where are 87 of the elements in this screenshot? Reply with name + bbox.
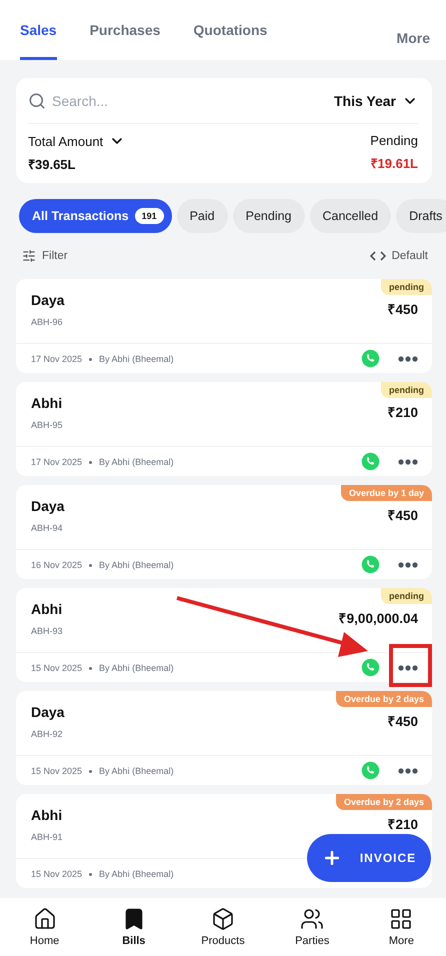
- bill-card[interactable]: Daya ABH-96 pending ₹450 17 Nov 2025 By Abhi (Bheemal): [16, 279, 432, 373]
- count-badge: 191: [134, 208, 164, 224]
- separator-dot: [89, 770, 92, 773]
- nav-item[interactable]: Home: [0, 898, 90, 956]
- bill-card[interactable]: Daya ABH-94 Overdue by 1 day ₹450 16 Nov 2025 By Abhi (Bheemal): [16, 485, 432, 579]
- bill-number: ABH-92: [31, 729, 64, 739]
- created-by: By Abhi (Bheemal): [99, 868, 174, 878]
- party-name: Daya: [31, 292, 64, 308]
- box-icon: [211, 907, 235, 931]
- separator-dot: [89, 564, 92, 567]
- chip-label: Cancelled: [322, 209, 378, 223]
- more-tab[interactable]: More: [396, 0, 430, 60]
- separator-dot: [89, 358, 92, 361]
- pending-label: Pending: [370, 133, 418, 148]
- separator-dot: [89, 872, 92, 876]
- more-options-button[interactable]: [398, 562, 418, 568]
- filter-chip[interactable]: Drafts: [396, 199, 446, 233]
- separator-dot: [89, 460, 92, 464]
- tab[interactable]: Quotations: [193, 0, 268, 60]
- bill-amount: ₹9,00,000.04: [338, 610, 418, 627]
- more-options-button[interactable]: [398, 664, 418, 670]
- created-by: By Abhi (Bheemal): [99, 662, 174, 672]
- status-badge: Overdue by 1 day: [340, 485, 432, 501]
- bill-date: 16 Nov 2025: [31, 560, 82, 570]
- bill-card[interactable]: Abhi ABH-95 pending ₹210 17 Nov 2025 By Abhi (Bheemal): [16, 382, 432, 476]
- more-options-button[interactable]: [398, 458, 418, 464]
- filter-chip[interactable]: Cancelled: [310, 199, 392, 233]
- chip-label: Pending: [246, 209, 292, 223]
- status-badge: Overdue by 2 days: [336, 794, 432, 810]
- filter-chip[interactable]: Paid: [176, 199, 228, 233]
- bill-number: ABH-93: [31, 626, 63, 636]
- status-badge: Overdue by 2 days: [336, 691, 432, 707]
- party-name: Daya: [31, 498, 64, 514]
- bill-number: ABH-94: [31, 523, 64, 533]
- more-options-button[interactable]: [398, 356, 418, 362]
- bill-number: ABH-96: [31, 317, 64, 327]
- status-badge: pending: [381, 588, 432, 604]
- bill-number: ABH-95: [31, 420, 63, 430]
- filter-chip[interactable]: All Transactions 191: [19, 199, 172, 233]
- nav-item[interactable]: Parties: [268, 898, 357, 956]
- new-invoice-button[interactable]: INVOICE: [307, 834, 431, 882]
- created-by: By Abhi (Bheemal): [99, 456, 174, 466]
- separator-dot: [89, 666, 92, 670]
- filter-chip[interactable]: Pending: [232, 199, 304, 233]
- chip-label: Paid: [190, 209, 215, 223]
- sliders-icon: [22, 249, 36, 263]
- created-by: By Abhi (Bheemal): [99, 560, 174, 570]
- nav-item[interactable]: Products: [178, 898, 268, 956]
- bill-date: 15 Nov 2025: [31, 868, 82, 878]
- bill-number: ABH-91: [31, 832, 63, 842]
- party-name: Abhi: [31, 395, 63, 411]
- tab[interactable]: Sales: [20, 0, 57, 60]
- bill-amount: ₹210: [387, 404, 418, 421]
- bill-date: 15 Nov 2025: [31, 766, 82, 776]
- search-icon: [28, 92, 46, 110]
- chip-label: All Transactions: [32, 209, 129, 223]
- bill-date: 17 Nov 2025: [31, 456, 82, 466]
- more-options-button[interactable]: [398, 768, 418, 774]
- grid-icon: [389, 907, 414, 931]
- home-icon: [32, 907, 57, 931]
- bill-amount: ₹450: [387, 507, 418, 524]
- party-name: Abhi: [31, 807, 63, 823]
- bill-card[interactable]: Daya ABH-92 Overdue by 2 days ₹450 15 Nov 2025 By Abhi (Bheemal): [16, 691, 432, 785]
- chip-label: Drafts: [409, 209, 442, 223]
- party-name: Daya: [31, 704, 64, 720]
- code-brackets-icon: [370, 251, 386, 261]
- bill-amount: ₹210: [387, 816, 418, 833]
- status-badge: pending: [381, 279, 432, 295]
- created-by: By Abhi (Bheemal): [99, 354, 174, 364]
- filter-button[interactable]: Filter: [22, 249, 68, 263]
- bill-amount: ₹450: [387, 301, 418, 318]
- status-badge: pending: [381, 382, 432, 398]
- pending-value: ₹19.61L: [370, 155, 418, 172]
- total-amount-value: ₹39.65L: [28, 156, 76, 173]
- people-icon: [300, 907, 324, 931]
- bill-amount: ₹450: [387, 713, 418, 730]
- nav-item[interactable]: Bills: [89, 898, 178, 956]
- party-name: Abhi: [31, 601, 63, 617]
- created-by: By Abhi (Bheemal): [99, 766, 174, 776]
- sort-button[interactable]: Default: [370, 250, 428, 262]
- total-amount-dropdown[interactable]: Total Amount: [28, 133, 126, 149]
- period-dropdown[interactable]: This Year: [334, 92, 418, 108]
- nav-item[interactable]: More: [356, 898, 446, 956]
- bill-date: 15 Nov 2025: [31, 662, 82, 672]
- tab[interactable]: Purchases: [90, 0, 160, 60]
- search-field[interactable]: Search...: [50, 92, 334, 110]
- bill-date: 17 Nov 2025: [31, 354, 82, 364]
